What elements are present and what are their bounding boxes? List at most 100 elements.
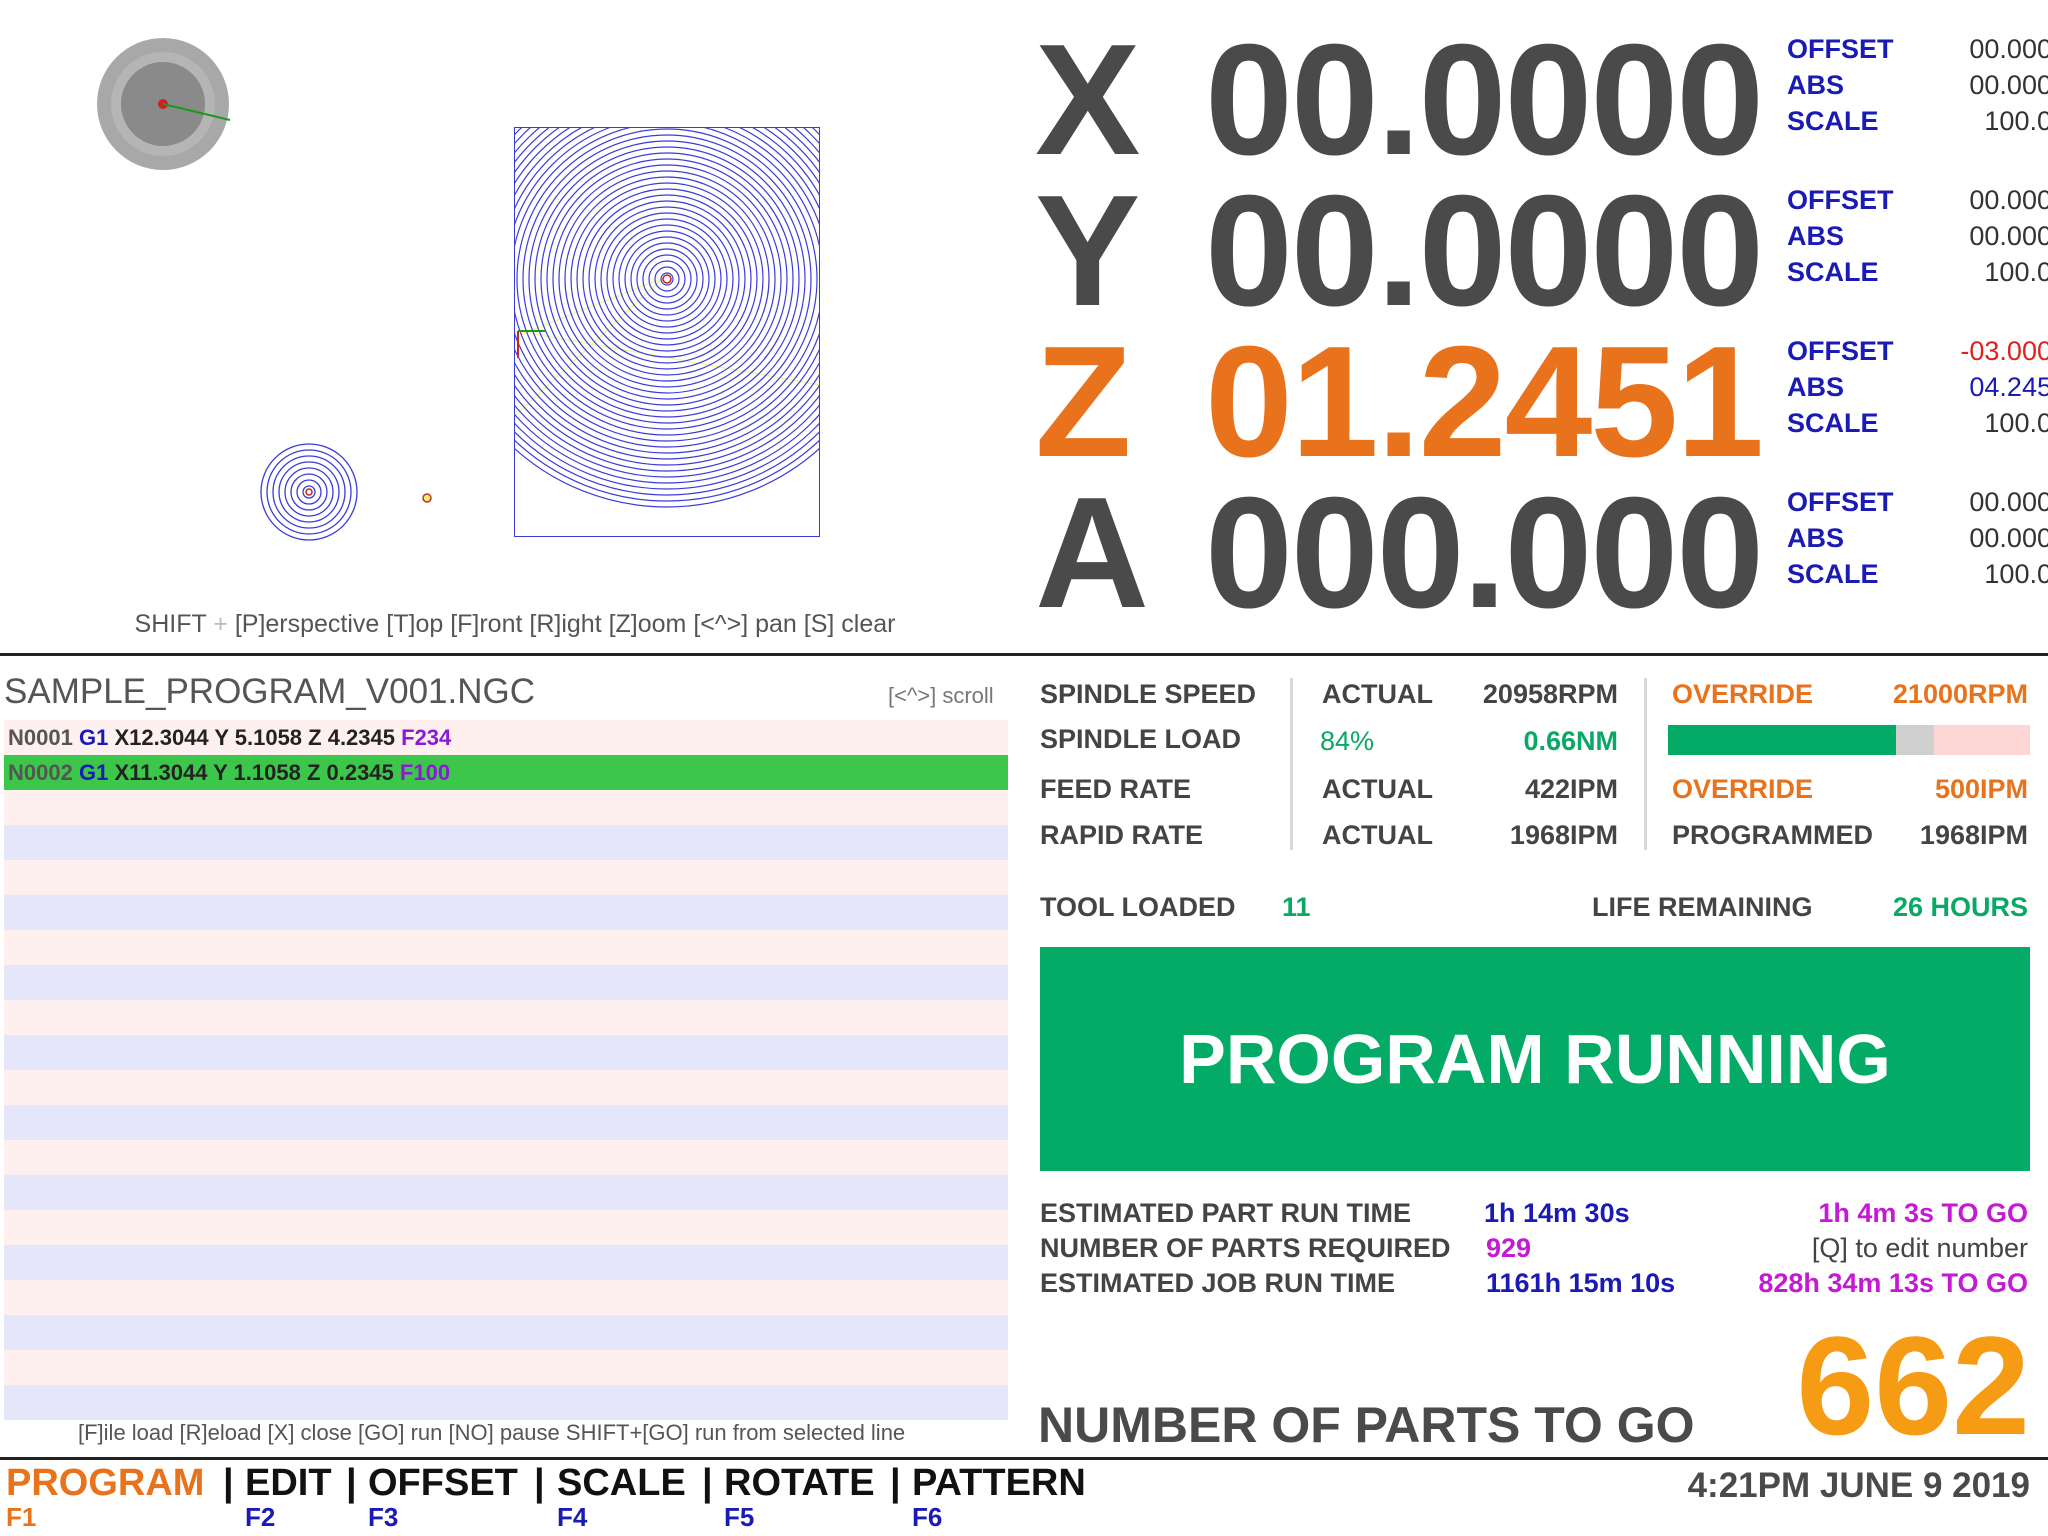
scale-value[interactable]: 100.00 xyxy=(1984,254,2048,290)
scale-label: SCALE xyxy=(1787,106,1879,136)
scale-value[interactable]: 100.00 xyxy=(1984,405,2048,441)
program-line[interactable]: N0001 G1 X12.3044 Y 5.1058 Z 4.2345 F234 xyxy=(4,720,1008,755)
load-bar-headroom xyxy=(1896,725,1934,755)
spiral-ring xyxy=(576,188,758,370)
toolpath-canvas[interactable] xyxy=(0,0,1030,600)
spiral-ring xyxy=(630,242,704,316)
feed-override-value[interactable]: 500IPM xyxy=(1820,774,2028,805)
job-run-time-value: 1161h 15m 10s xyxy=(1486,1268,1676,1298)
spiral-mask xyxy=(820,0,1030,600)
program-line-empty xyxy=(4,1035,1008,1070)
spiral-mask xyxy=(514,0,820,127)
program-line-empty xyxy=(4,825,1008,860)
spindle-override-value[interactable]: 21000RPM xyxy=(1820,679,2028,710)
program-line-empty xyxy=(4,1315,1008,1350)
abs-value: 00.0000 xyxy=(1969,221,2048,251)
hint-keys: [P]erspective [T]op [F]ront [R]ight [Z]o… xyxy=(234,610,896,638)
offset-value[interactable]: -03.0000 xyxy=(1960,333,2048,369)
feed-actual-value: 422IPM xyxy=(1524,774,1618,804)
spiral-ring xyxy=(594,206,740,352)
nav-pattern[interactable]: PATTERN xyxy=(912,1462,1086,1505)
rapid-actual-value: 1968IPM xyxy=(1509,820,1618,850)
parts-required-label: NUMBER OF PARTS REQUIRED xyxy=(1040,1233,1451,1263)
spiral-ring xyxy=(462,74,872,484)
spiral-ring xyxy=(498,110,836,448)
column-separator xyxy=(1644,678,1647,850)
nav-edit[interactable]: EDIT xyxy=(245,1462,332,1505)
spindle-speed-label: SPINDLE SPEED xyxy=(1040,679,1257,709)
view-controls-hint: SHIFT + [P]erspective [T]op [F]ront [R]i… xyxy=(0,610,1030,639)
nav-rotate[interactable]: ROTATE xyxy=(724,1462,875,1505)
program-line-empty xyxy=(4,1105,1008,1140)
divider-top xyxy=(0,653,2048,656)
spiral-center xyxy=(662,274,672,284)
offset-value[interactable]: 00.0000 xyxy=(1969,484,2048,520)
program-line-empty xyxy=(4,1210,1008,1245)
program-line-empty xyxy=(4,1070,1008,1105)
toolpath-view[interactable]: SHIFT + [P]erspective [T]op [F]ront [R]i… xyxy=(0,0,1030,650)
program-line-empty xyxy=(4,790,1008,825)
spiral-mask xyxy=(514,537,820,600)
spiral-ring xyxy=(480,92,854,466)
offset-label: OFFSET xyxy=(1787,185,1894,215)
nav-rotate-key: F5 xyxy=(724,1502,755,1532)
axis-position: 00.0000 xyxy=(1205,163,1764,339)
program-line-empty xyxy=(4,860,1008,895)
date-time: 4:21PM JUNE 9 2019 xyxy=(1687,1466,2030,1505)
scale-value[interactable]: 100.00 xyxy=(1984,556,2048,592)
parts-required-value[interactable]: 929 xyxy=(1486,1233,1531,1264)
axis-row-a: A 000.000 OFFSET 00.0000 ABS 00.0000 SCALE… xyxy=(1035,465,2048,641)
nav-separator: | xyxy=(702,1462,713,1504)
program-line-empty xyxy=(4,1000,1008,1035)
program-line-empty xyxy=(4,1350,1008,1385)
spiral-ring xyxy=(516,128,818,430)
spindle-actual-label: ACTUAL xyxy=(1322,679,1433,709)
program-line-current[interactable]: N0002 G1 X11.3044 Y 1.1058 Z 0.2345 F100 xyxy=(4,755,1008,790)
spiral-ring xyxy=(534,146,800,412)
program-status-banner: PROGRAM RUNNING xyxy=(1040,947,2030,1171)
program-listing[interactable]: N0001 G1 X12.3044 Y 5.1058 Z 4.2345 F234… xyxy=(4,720,1008,1420)
spiral-ring xyxy=(492,104,842,454)
program-line-empty xyxy=(4,1140,1008,1175)
g-code: G1 xyxy=(78,760,109,785)
program-controls-hint: [F]ile load [R]eload [X] close [GO] run … xyxy=(78,1420,906,1445)
offset-value[interactable]: 00.0000 xyxy=(1969,182,2048,218)
spiral-ring xyxy=(522,134,812,424)
coordinates: X11.3044 Y 1.1058 Z 0.2345 xyxy=(114,760,394,785)
nav-separator: | xyxy=(534,1462,545,1504)
nav-edit-key: F2 xyxy=(245,1502,276,1532)
nav-program[interactable]: PROGRAM xyxy=(6,1462,204,1505)
rapid-rate-label: RAPID RATE xyxy=(1040,820,1204,850)
coordinates: X12.3044 Y 5.1058 Z 4.2345 xyxy=(114,725,395,750)
abs-value: 00.0000 xyxy=(1969,70,2048,100)
life-remaining-value: 26 HOURS xyxy=(1892,892,2028,922)
spindle-load-percent: 84% xyxy=(1320,726,1375,756)
spindle-load-torque: 0.66NM xyxy=(1523,726,1618,756)
offset-label: OFFSET xyxy=(1787,34,1894,64)
axis-row-z: Z 01.2451 OFFSET -03.0000 ABS 04.2451 SCAL… xyxy=(1035,314,2048,490)
drill-point xyxy=(422,493,432,503)
offset-value[interactable]: 00.0000 xyxy=(1969,31,2048,67)
nav-scale[interactable]: SCALE xyxy=(557,1462,686,1505)
axis-position: 01.2451 xyxy=(1205,314,1764,490)
spindle-override-label: OVERRIDE xyxy=(1672,679,1814,709)
nav-offset[interactable]: OFFSET xyxy=(368,1462,518,1505)
spiral-ring xyxy=(552,164,782,394)
spiral-ring xyxy=(654,266,680,292)
feed-word: F234 xyxy=(401,725,452,750)
scale-value[interactable]: 100.00 xyxy=(1984,103,2048,139)
spiral-ring xyxy=(582,194,752,364)
nav-scale-key: F4 xyxy=(557,1502,588,1532)
spiral-ring xyxy=(636,248,698,310)
spiral-ring xyxy=(540,152,794,406)
tool-marker xyxy=(97,38,231,170)
job-run-time-to-go: 828h 34m 13s TO GO xyxy=(1758,1268,2028,1298)
abs-label: ABS xyxy=(1787,523,1845,553)
nav-program-key: F1 xyxy=(6,1502,37,1532)
tool-loaded-value: 11 xyxy=(1282,892,1311,922)
program-line-empty xyxy=(4,895,1008,930)
program-line-empty xyxy=(4,1385,1008,1420)
line-number: N0002 xyxy=(8,760,73,785)
spiral-mask xyxy=(0,0,514,600)
axis-position: 000.000 xyxy=(1205,465,1764,641)
